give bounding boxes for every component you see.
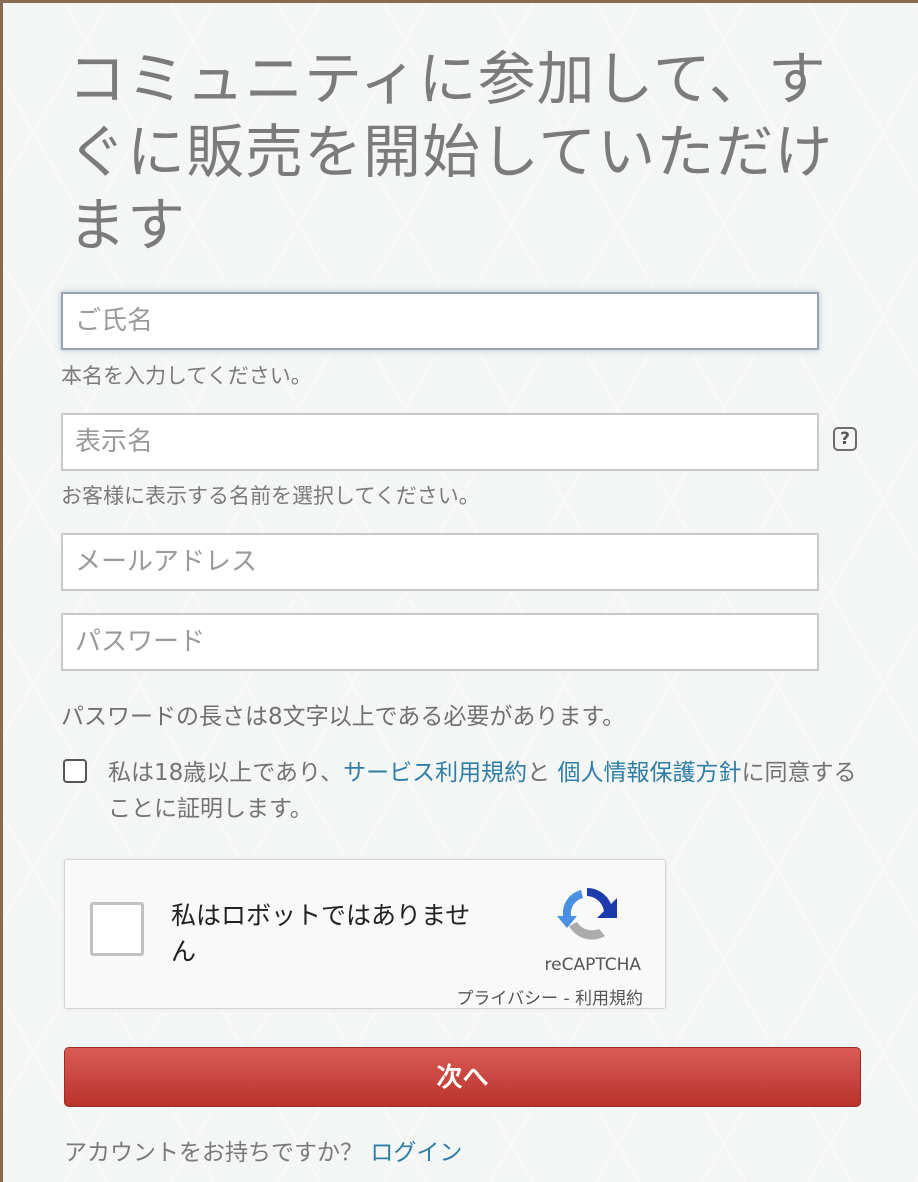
recaptcha-privacy-terms[interactable]: プライバシー - 利用規約 xyxy=(456,984,643,1009)
next-button[interactable]: 次へ xyxy=(64,1047,861,1107)
recaptcha-checkbox[interactable] xyxy=(90,902,144,956)
email-field[interactable] xyxy=(61,533,819,591)
recaptcha-brand: reCAPTCHA xyxy=(544,955,642,975)
password-length-note: パスワードの長さは8文字以上である必要があります。 xyxy=(61,704,626,730)
signup-panel: コミュニティに参加して、すぐに販売を開始していただけます 本名を入力してください… xyxy=(3,3,918,1182)
agreement-prefix: 私は18歳以上であり、 xyxy=(108,760,344,786)
help-icon[interactable]: ? xyxy=(833,427,857,451)
display-name-field[interactable] xyxy=(61,413,819,471)
display-name-hint: お客様に表示する名前を選択してください。 xyxy=(61,484,480,508)
login-link[interactable]: ログイン xyxy=(370,1140,462,1166)
recaptcha-widget: 私はロボットではありません reCAPTCHA プライバシー - 利用規約 xyxy=(64,859,666,1009)
recaptcha-label: 私はロボットではありません xyxy=(171,901,471,966)
terms-of-service-link[interactable]: サービス利用規約 xyxy=(343,760,527,786)
agreement-text: 私は18歳以上であり、サービス利用規約と 個人情報保護方針に同意することに証明し… xyxy=(108,755,868,827)
full-name-hint: 本名を入力してください。 xyxy=(61,364,312,388)
age-agreement-checkbox[interactable] xyxy=(63,759,87,783)
password-field[interactable] xyxy=(61,613,819,671)
page-title: コミュニティに参加して、すぐに販売を開始していただけます xyxy=(68,45,834,259)
account-question: アカウントをお持ちですか？ xyxy=(64,1140,371,1166)
existing-account-line: アカウントをお持ちですか？ ログイン xyxy=(64,1133,462,1167)
privacy-policy-link[interactable]: 個人情報保護方針 xyxy=(557,760,741,786)
full-name-field[interactable] xyxy=(61,292,819,350)
recaptcha-logo-icon xyxy=(555,882,619,950)
agreement-middle: と xyxy=(527,760,558,786)
